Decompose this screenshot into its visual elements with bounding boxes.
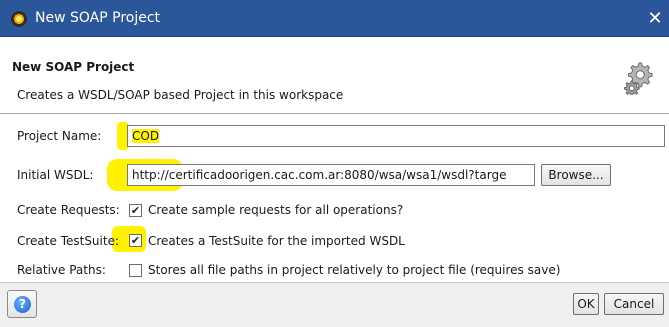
dialog-header: New SOAP Project Creates a WSDL/SOAP bas… (0, 38, 669, 114)
create-requests-text: Create sample requests for all operation… (148, 203, 404, 217)
gears-icon (624, 62, 653, 95)
initial-wsdl-value: http://certificadoorigen.cac.com.ar:8080… (132, 168, 507, 182)
window-title: New SOAP Project (35, 10, 161, 26)
initial-wsdl-input[interactable]: http://certificadoorigen.cac.com.ar:8080… (127, 164, 535, 186)
ok-button[interactable]: OK (573, 293, 599, 315)
initial-wsdl-label: Initial WSDL: (17, 168, 94, 182)
create-requests-checkbox[interactable]: ✔ (129, 204, 142, 217)
browse-button[interactable]: Browse... (541, 164, 611, 186)
dialog-description: Creates a WSDL/SOAP based Project in thi… (17, 88, 344, 102)
dialog-footer: ? OK Cancel (0, 282, 669, 327)
relative-paths-checkbox[interactable] (129, 264, 142, 277)
soapui-app-icon (11, 11, 27, 27)
relative-paths-text: Stores all file paths in project relativ… (148, 263, 561, 277)
cancel-button[interactable]: Cancel (604, 293, 664, 315)
project-name-value: COD (132, 129, 160, 143)
create-testsuite-text: Creates a TestSuite for the imported WSD… (148, 234, 405, 248)
checkmark-icon: ✔ (130, 204, 141, 217)
close-button[interactable]: ✕ (641, 0, 669, 37)
project-name-input[interactable]: COD (127, 125, 665, 147)
checkmark-icon: ✔ (130, 234, 141, 247)
help-button[interactable]: ? (7, 290, 37, 318)
create-testsuite-label: Create TestSuite: (17, 234, 120, 248)
relative-paths-label: Relative Paths: (17, 263, 106, 277)
create-testsuite-checkbox[interactable]: ✔ (129, 234, 142, 247)
project-form: Project Name: COD Initial WSDL: http://c… (0, 115, 669, 282)
title-bar: New SOAP Project ✕ (0, 0, 669, 37)
create-requests-label: Create Requests: (17, 203, 120, 217)
help-icon: ? (14, 296, 31, 313)
dialog-heading: New SOAP Project (12, 60, 135, 74)
project-name-label: Project Name: (17, 129, 102, 143)
